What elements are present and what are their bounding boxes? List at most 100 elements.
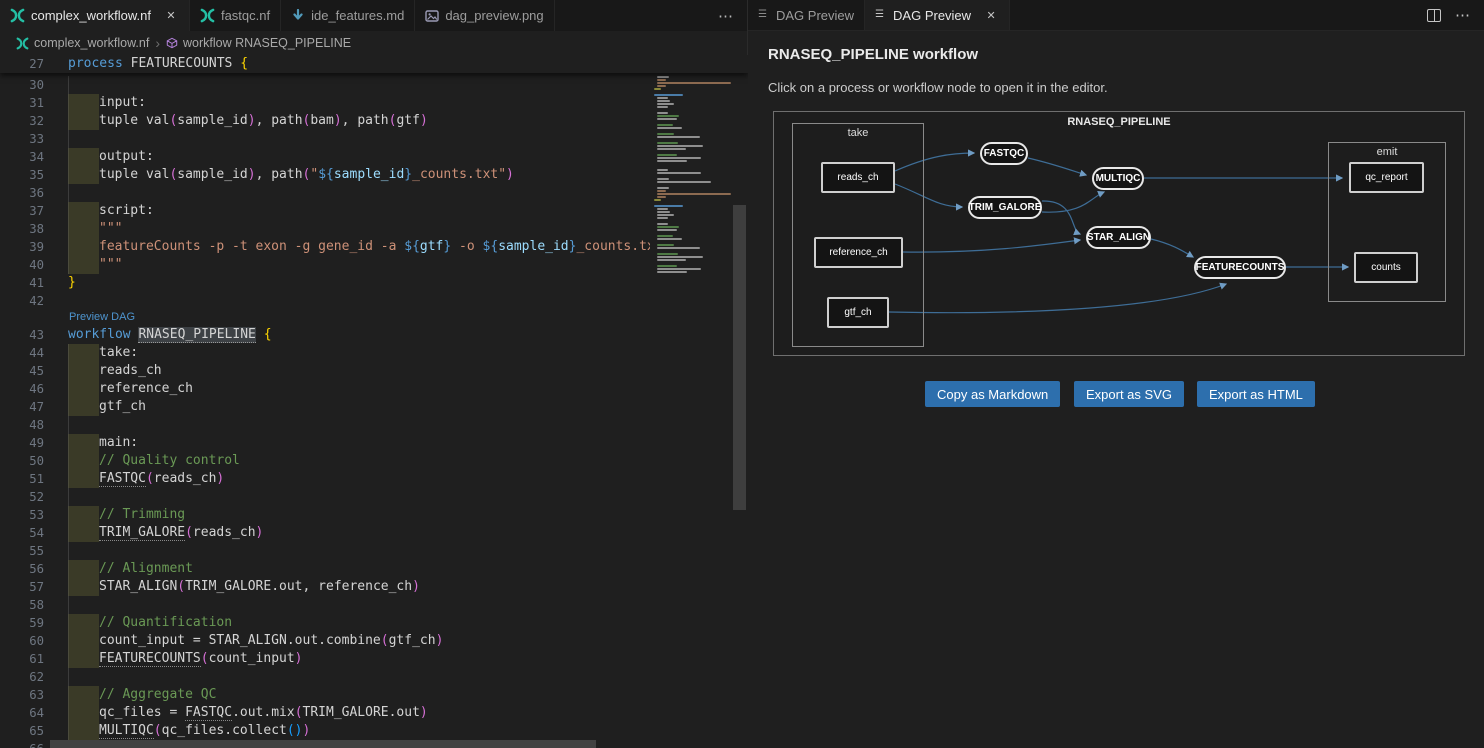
code-line[interactable]: 33 (0, 130, 650, 148)
vertical-scrollbar[interactable] (732, 55, 747, 748)
minimap-line (654, 199, 661, 201)
tab-fastqc[interactable]: fastqc.nf (190, 0, 281, 31)
indent-highlight (68, 470, 99, 488)
code-line[interactable]: 56// Alignment (0, 560, 650, 578)
code-line[interactable]: 31input: (0, 94, 650, 112)
dag-node-qc_report[interactable]: qc_report (1349, 162, 1424, 193)
code-line[interactable]: 35tuple val(sample_id), path("${sample_i… (0, 166, 650, 184)
minimap-line (657, 256, 703, 258)
code-line[interactable]: 62 (0, 668, 650, 686)
code-line[interactable]: 45reads_ch (0, 362, 650, 380)
horizontal-scrollbar[interactable] (0, 739, 748, 748)
dag-node-FEATURECOUNTS[interactable]: FEATURECOUNTS (1194, 256, 1286, 279)
code-line[interactable]: 47gtf_ch (0, 398, 650, 416)
code-line[interactable]: 48 (0, 416, 650, 434)
code-line[interactable]: 36 (0, 184, 650, 202)
tab-complex-workflow[interactable]: complex_workflow.nf ✕ (0, 0, 190, 31)
horizontal-scrollbar-thumb[interactable] (50, 740, 596, 748)
code-line[interactable]: 65MULTIQC(qc_files.collect()) (0, 722, 650, 740)
code-line[interactable]: 38""" (0, 220, 650, 238)
code-line[interactable]: 46reference_ch (0, 380, 650, 398)
code-line[interactable]: 49main: (0, 434, 650, 452)
minimap-line (657, 190, 666, 192)
dag-node-reads_ch[interactable]: reads_ch (821, 162, 895, 193)
code-line[interactable]: 34output: (0, 148, 650, 166)
dag-node-TRIM_GALORE[interactable]: TRIM_GALORE (968, 196, 1042, 219)
code-line[interactable]: 63// Aggregate QC (0, 686, 650, 704)
dag-node-STAR_ALIGN[interactable]: STAR_ALIGN (1086, 226, 1151, 249)
code-line[interactable]: 54TRIM_GALORE(reads_ch) (0, 524, 650, 542)
code-line[interactable]: 53// Trimming (0, 506, 650, 524)
indent-guide (68, 542, 99, 560)
code-line[interactable]: 51FASTQC(reads_ch) (0, 470, 650, 488)
indent-highlight (68, 362, 99, 380)
dag-node-gtf_ch[interactable]: gtf_ch (827, 297, 889, 328)
tab-dag-preview-2[interactable]: ☰ DAG Preview ✕ (865, 0, 1010, 30)
code-line[interactable]: 41} (0, 274, 650, 292)
close-icon[interactable]: ✕ (163, 9, 179, 22)
more-actions-icon[interactable]: ⋯ (1455, 6, 1470, 24)
code-line[interactable]: 61FEATURECOUNTS(count_input) (0, 650, 650, 668)
export-as-html-button[interactable]: Export as HTML (1197, 381, 1315, 407)
vertical-scrollbar-thumb[interactable] (733, 205, 746, 510)
dag-node-MULTIQC[interactable]: MULTIQC (1092, 167, 1144, 190)
dag-node-reference_ch[interactable]: reference_ch (814, 237, 903, 268)
line-number: 34 (0, 148, 68, 166)
minimap-line (650, 262, 731, 264)
indent-highlight (68, 722, 99, 740)
code-line[interactable]: 52 (0, 488, 650, 506)
code-line[interactable]: 27process FEATURECOUNTS { (0, 55, 748, 73)
minimap-line (657, 79, 666, 81)
minimap-line (657, 211, 670, 213)
indent-highlight (68, 506, 99, 524)
breadcrumb-symbol[interactable]: workflow RNASEQ_PIPELINE (166, 36, 351, 50)
code-line[interactable]: 50// Quality control (0, 452, 650, 470)
split-editor-icon[interactable] (1427, 9, 1441, 22)
code-line[interactable]: 59// Quantification (0, 614, 650, 632)
code-editor[interactable]: 27process FEATURECOUNTS { 3031input:32tu… (0, 55, 748, 748)
code-text: MULTIQC(qc_files.collect()) (68, 722, 650, 740)
codelens-preview-dag[interactable]: Preview DAG (0, 310, 650, 326)
copy-as-markdown-button[interactable]: Copy as Markdown (925, 381, 1060, 407)
code-line[interactable]: 57STAR_ALIGN(TRIM_GALORE.out, reference_… (0, 578, 650, 596)
minimap[interactable] (650, 55, 731, 748)
code-line[interactable]: 43workflow RNASEQ_PIPELINE { (0, 326, 650, 344)
code-line[interactable]: 44take: (0, 344, 650, 362)
sticky-scroll-line[interactable]: 27process FEATURECOUNTS { (0, 55, 748, 73)
dag-node-counts[interactable]: counts (1354, 252, 1418, 283)
tab-overflow-button[interactable]: ⋯ (704, 0, 747, 31)
code-line[interactable]: 64qc_files = FASTQC.out.mix(TRIM_GALORE.… (0, 704, 650, 722)
tab-dag-preview-1[interactable]: ☰ DAG Preview (748, 0, 865, 30)
minimap-line (657, 112, 668, 114)
tab-ide-features[interactable]: ide_features.md (281, 0, 415, 31)
code-line[interactable]: 60count_input = STAR_ALIGN.out.combine(g… (0, 632, 650, 650)
minimap-line (657, 82, 731, 84)
code-text: workflow RNASEQ_PIPELINE { (68, 326, 650, 344)
code-line[interactable]: 32tuple val(sample_id), path(bam), path(… (0, 112, 650, 130)
code-line[interactable]: 39featureCounts -p -t exon -g gene_id -a… (0, 238, 650, 256)
code-line[interactable]: 42 (0, 292, 650, 310)
indent-highlight (68, 524, 99, 542)
indent-highlight (68, 94, 99, 112)
line-number: 53 (0, 506, 68, 524)
export-as-svg-button[interactable]: Export as SVG (1074, 381, 1184, 407)
dag-node-FASTQC[interactable]: FASTQC (980, 142, 1028, 165)
close-icon[interactable]: ✕ (983, 9, 999, 22)
minimap-line (657, 136, 700, 138)
preview-icon: ☰ (875, 10, 887, 20)
line-number: 63 (0, 686, 68, 704)
indent-highlight (68, 112, 99, 130)
breadcrumb-file[interactable]: complex_workflow.nf (34, 36, 149, 50)
code-line[interactable]: 30 (0, 76, 650, 94)
code-text: featureCounts -p -t exon -g gene_id -a $… (68, 238, 650, 256)
nextflow-icon (10, 8, 25, 23)
indent-highlight (68, 452, 99, 470)
code-line[interactable]: 58 (0, 596, 650, 614)
code-line[interactable]: 40""" (0, 256, 650, 274)
code-text (68, 292, 650, 310)
minimap-line (650, 220, 731, 222)
code-line[interactable]: 37script: (0, 202, 650, 220)
tab-dag-preview-png[interactable]: dag_preview.png (415, 0, 554, 31)
indent-highlight (68, 148, 99, 166)
code-line[interactable]: 55 (0, 542, 650, 560)
